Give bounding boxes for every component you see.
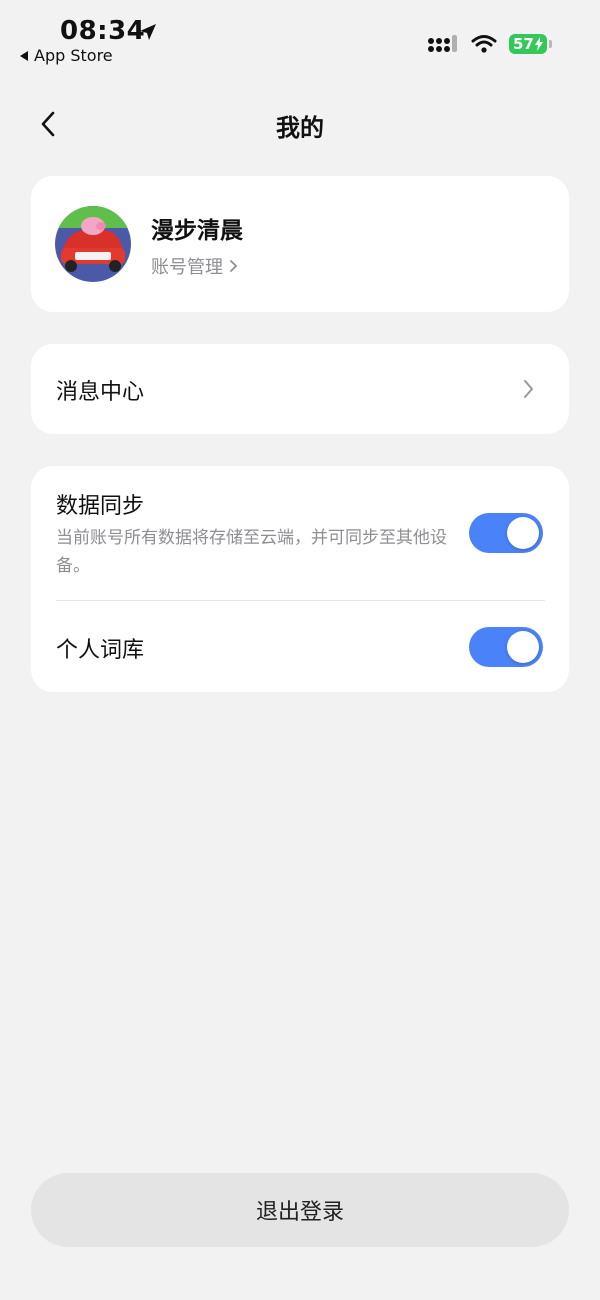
message-center-label: 消息中心 [56, 380, 145, 405]
avatar[interactable] [55, 206, 131, 282]
status-right: 57 [427, 34, 552, 54]
data-sync-label: 数据同步 [56, 494, 145, 519]
battery-cap [549, 40, 552, 48]
back-triangle-icon [20, 50, 28, 61]
page-title: 我的 [276, 114, 324, 142]
battery-charging-icon: 57 [509, 34, 547, 54]
battery-level: 57 [513, 35, 534, 53]
location-arrow-icon [140, 24, 156, 40]
nav-bar: 我的 [0, 98, 600, 152]
chevron-right-icon [230, 260, 238, 272]
battery-indicator: 57 [509, 34, 552, 54]
back-app-label: App Store [34, 46, 113, 65]
toggle-knob [507, 517, 539, 549]
account-management-label: 账号管理 [151, 257, 223, 278]
bolt-icon [534, 37, 543, 51]
toggle-knob [507, 631, 539, 663]
profile-card[interactable]: 漫步清晨 账号管理 [31, 176, 569, 312]
status-time: 08:34 [60, 16, 146, 46]
account-management-link[interactable]: 账号管理 [151, 253, 239, 279]
settings-card: 数据同步 当前账号所有数据将存储至云端，并可同步至其他设备。 个人词库 [31, 466, 569, 692]
data-sync-description: 当前账号所有数据将存储至云端，并可同步至其他设备。 [56, 528, 447, 576]
wifi-icon [471, 35, 497, 53]
divider [56, 600, 545, 601]
status-bar: 08:34 App Store 57 [0, 0, 600, 70]
data-sync-toggle[interactable] [469, 513, 543, 553]
logout-button[interactable]: 退出登录 [31, 1173, 569, 1247]
username: 漫步清晨 [151, 218, 243, 244]
personal-dictionary-toggle[interactable] [469, 627, 543, 667]
signal-icon [428, 35, 457, 52]
chevron-right-icon [524, 380, 533, 398]
personal-dictionary-label: 个人词库 [56, 638, 145, 663]
back-to-app-store[interactable]: App Store [20, 46, 113, 65]
avatar-image [55, 206, 131, 282]
message-center-row[interactable]: 消息中心 [31, 344, 569, 434]
